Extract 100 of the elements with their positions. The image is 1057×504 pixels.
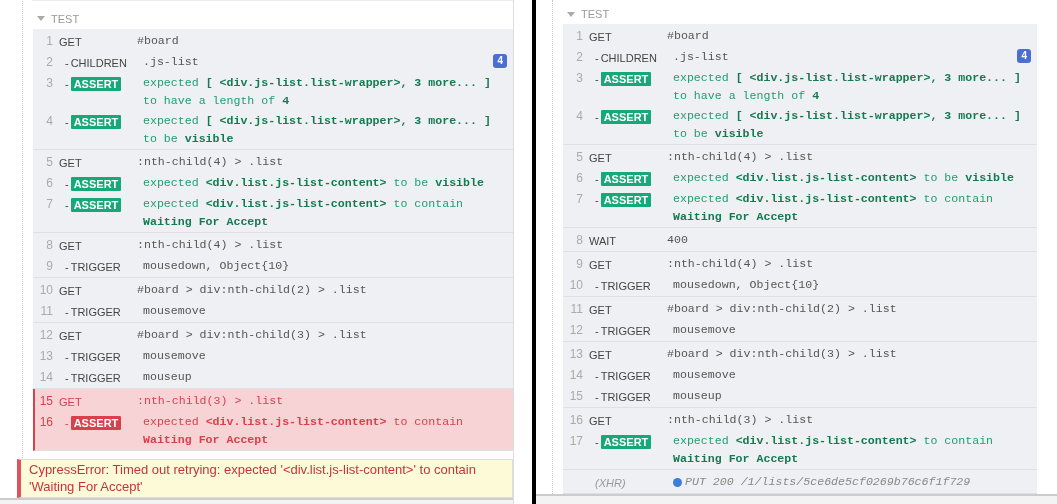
command-message: expected <div.list.js-list-content> to be visible (673, 171, 1014, 184)
command-message: mousemove (673, 323, 736, 336)
command-name: TRIGGER (70, 370, 121, 386)
command-name: TRIGGER (600, 279, 651, 294)
command-message: expected [ <div.js-list.list-wrapper>, 3 more... ] to be visible (143, 113, 492, 145)
line-number: 10 (39, 282, 53, 297)
command-message: expected <div.list.js-list-content> to be visible (143, 175, 484, 189)
line-number: 8 (576, 233, 583, 247)
command-name: GET (59, 238, 82, 254)
dash: - (595, 72, 599, 87)
command-message: .js-list (673, 50, 729, 63)
line-number: 10 (569, 278, 583, 292)
command-message: expected [ <div.js-list.list-wrapper>, 3 more... ] to be visible (673, 109, 1022, 140)
collapse-caret-icon[interactable] (567, 11, 575, 17)
line-number: 16 (569, 413, 583, 427)
command-name: GET (59, 34, 82, 50)
command-name: GET (589, 151, 612, 166)
command-name: GET (59, 328, 82, 344)
dash: - (595, 110, 599, 125)
dash: - (65, 304, 69, 320)
command-name: TRIGGER (70, 304, 121, 320)
line-number: 17 (569, 434, 583, 448)
line-number: 9 (576, 257, 583, 271)
command-message: :nth-child(3) > .list (667, 413, 814, 426)
assert-badge: ASSERT (70, 76, 122, 91)
command-message: mousemove (673, 368, 736, 381)
test-title[interactable]: TEST (581, 8, 610, 20)
command-message: expected <div.list.js-list-content> to contain Waiting For Accept (673, 192, 995, 223)
line-number: 15 (39, 393, 53, 408)
command-message: #board > div:nth-child(3) > .list (137, 327, 367, 341)
command-message: expected <div.list.js-list-content> to contain Waiting For Accept (673, 434, 995, 465)
line-number: 7 (46, 196, 53, 211)
line-number: 5 (576, 150, 583, 164)
command-message: #board > div:nth-child(2) > .list (667, 302, 897, 315)
command-message: :nth-child(4) > .list (667, 150, 814, 163)
command-name: GET (589, 303, 612, 318)
assert-badge: ASSERT (70, 114, 122, 129)
dash: - (595, 279, 599, 294)
dash: - (65, 197, 69, 213)
test-title[interactable]: TEST (51, 12, 80, 25)
assert-badge: ASSERT (600, 110, 652, 124)
command-message: expected <div.list.js-list-content> to contain Waiting For Accept (143, 414, 465, 446)
command-message: mousedown, Object{10} (143, 258, 290, 272)
line-number: 6 (576, 171, 583, 185)
command-name: GET (59, 155, 82, 171)
command-name: GET (589, 258, 612, 273)
command-message: mousemove (143, 303, 206, 317)
dash: - (595, 390, 599, 405)
assert-badge: ASSERT (70, 415, 122, 430)
status-dot-icon (673, 477, 682, 487)
assert-badge: ASSERT (600, 72, 652, 86)
command-message: expected [ <div.js-list.list-wrapper>, 3 more... ] to have a length of 4 (143, 75, 492, 107)
command-message: #board (137, 33, 179, 47)
dash: - (65, 114, 69, 130)
command-name: CHILDREN (600, 51, 657, 66)
line-number: 2 (576, 50, 583, 64)
command-name: GET (59, 283, 82, 299)
line-number: 3 (46, 75, 53, 90)
dash: - (595, 193, 599, 208)
assert-badge: ASSERT (600, 435, 652, 449)
command-message: expected <div.list.js-list-content> to contain Waiting For Accept (143, 196, 465, 228)
dash: - (65, 259, 69, 275)
command-message: mousedown, Object{10} (673, 278, 820, 291)
command-message: mouseup (143, 369, 192, 383)
command-name: CHILDREN (70, 55, 127, 71)
line-number: 7 (576, 192, 583, 206)
line-number: 13 (39, 348, 53, 363)
command-name: TRIGGER (600, 369, 651, 384)
line-number: 15 (569, 389, 583, 403)
line-number: 11 (570, 302, 583, 316)
line-number: 13 (569, 347, 583, 361)
assert-badge: ASSERT (70, 197, 122, 212)
command-name: GET (59, 394, 82, 410)
dash: - (595, 324, 599, 339)
line-number: 4 (46, 113, 53, 128)
dash: - (65, 176, 69, 192)
command-message: mouseup (673, 389, 722, 402)
line-number: 1 (576, 29, 583, 43)
command-name: WAIT (589, 234, 617, 249)
line-number: 12 (39, 327, 53, 342)
line-number: 8 (46, 237, 53, 252)
dash: - (595, 51, 599, 66)
line-number: 2 (46, 54, 53, 69)
collapse-caret-icon[interactable] (37, 16, 45, 22)
command-message: :nth-child(4) > .list (137, 154, 284, 168)
line-number: 12 (569, 323, 583, 337)
dash: - (65, 370, 69, 386)
command-message: :nth-child(4) > .list (137, 237, 284, 251)
command-message: :nth-child(4) > .list (667, 257, 814, 270)
command-message: :nth-child(3) > .list (137, 393, 284, 407)
line-number: 9 (46, 258, 53, 273)
command-name: GET (589, 348, 612, 363)
line-number: 3 (576, 71, 583, 85)
line-number: 16 (39, 414, 53, 429)
assert-badge: ASSERT (600, 193, 652, 207)
error-message: CypressError: Timed out retrying: expected '<div.list.js-list-content>' to contain 'Waiting For Accept' (17, 458, 513, 498)
dash: - (595, 172, 599, 187)
line-number: 5 (46, 154, 53, 169)
dash: - (65, 76, 69, 92)
line-number: 4 (576, 109, 583, 123)
